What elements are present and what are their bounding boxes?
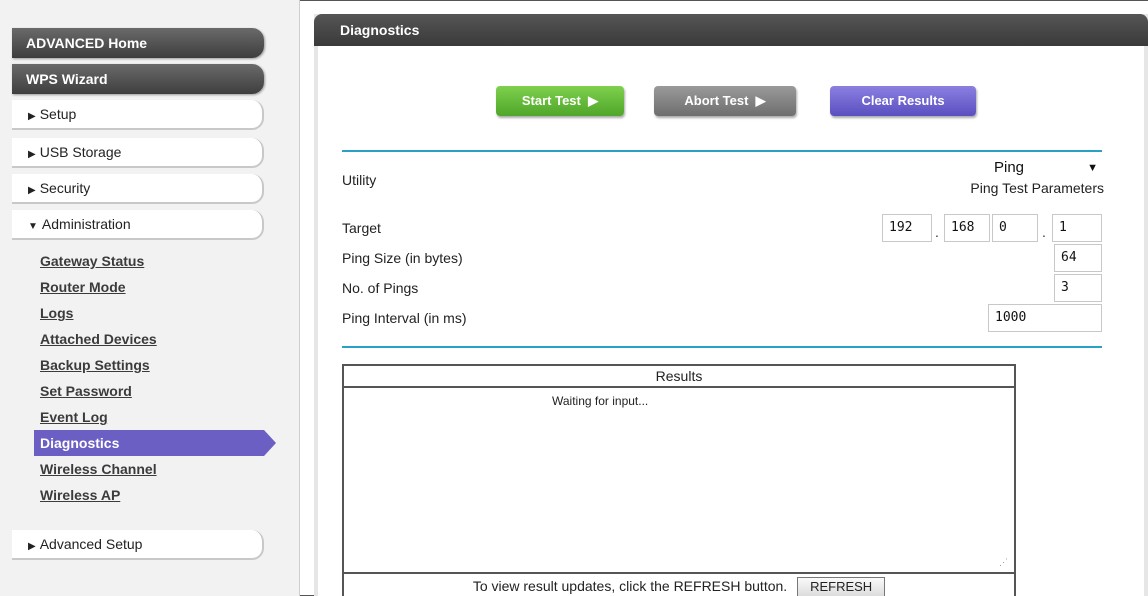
nav-advanced-setup[interactable]: ▶ Advanced Setup bbox=[12, 530, 264, 560]
nav-advanced-home[interactable]: ADVANCED Home bbox=[12, 28, 264, 58]
clear-results-button[interactable]: Clear Results bbox=[830, 86, 976, 116]
page-title: Diagnostics bbox=[314, 14, 1148, 46]
abort-test-label: Abort Test bbox=[684, 93, 749, 108]
triangle-right-icon: ▶ bbox=[28, 185, 36, 196]
divider bbox=[342, 150, 1102, 152]
sidebar-item-gateway-status[interactable]: Gateway Status bbox=[34, 248, 274, 274]
ping-params-heading: Ping Test Parameters bbox=[970, 180, 1104, 196]
triangle-down-icon: ▼ bbox=[28, 221, 38, 232]
abort-test-button[interactable]: Abort Test ▶ bbox=[654, 86, 796, 116]
sidebar-item-event-log[interactable]: Event Log bbox=[34, 404, 274, 430]
administration-submenu: Gateway Status Router Mode Logs Attached… bbox=[34, 248, 276, 508]
nav-administration-label: Administration bbox=[41, 216, 131, 232]
start-test-button[interactable]: Start Test ▶ bbox=[496, 86, 624, 116]
refresh-hint: To view result updates, click the REFRES… bbox=[472, 578, 788, 594]
resize-grip-icon[interactable]: ⋰ bbox=[999, 557, 1008, 568]
sidebar-item-wireless-ap[interactable]: Wireless AP bbox=[34, 482, 274, 508]
nav-usb-storage-label: USB Storage bbox=[39, 144, 122, 160]
diagnostics-content: Start Test ▶ Abort Test ▶ Clear Results … bbox=[318, 46, 1144, 596]
triangle-right-icon: ▶ bbox=[28, 541, 36, 552]
divider bbox=[342, 346, 1102, 348]
nav-advanced-setup-label: Advanced Setup bbox=[39, 536, 143, 552]
results-panel: Results Waiting for input... ⋰ To view r… bbox=[342, 364, 1016, 596]
utility-label: Utility bbox=[342, 172, 377, 188]
nav-administration[interactable]: ▼ Administration bbox=[12, 210, 264, 240]
sidebar-item-set-password[interactable]: Set Password bbox=[34, 378, 274, 404]
sidebar-item-logs[interactable]: Logs bbox=[34, 300, 274, 326]
ping-size-input[interactable]: 64 bbox=[1054, 244, 1102, 272]
num-pings-input[interactable]: 3 bbox=[1054, 274, 1102, 302]
ping-interval-input[interactable]: 1000 bbox=[988, 304, 1102, 332]
nav-setup-label: Setup bbox=[39, 106, 77, 122]
nav-usb-storage[interactable]: ▶ USB Storage bbox=[12, 138, 264, 168]
sidebar-item-diagnostics[interactable]: Diagnostics bbox=[34, 430, 276, 456]
nav-setup[interactable]: ▶ Setup bbox=[12, 100, 264, 130]
results-output: Waiting for input... bbox=[552, 394, 649, 408]
target-octet-2[interactable]: 168 bbox=[944, 214, 990, 242]
ping-interval-label: Ping Interval (in ms) bbox=[342, 310, 467, 326]
octet-separator: . bbox=[935, 224, 939, 240]
target-octet-3[interactable]: 0 bbox=[992, 214, 1038, 242]
refresh-button[interactable]: REFRESH bbox=[797, 577, 886, 596]
octet-separator: . bbox=[1042, 224, 1046, 240]
play-icon: ▶ bbox=[584, 93, 599, 108]
main-panel: Diagnostics Start Test ▶ Abort Test ▶ Cl… bbox=[314, 14, 1148, 596]
sidebar-item-wireless-channel[interactable]: Wireless Channel bbox=[34, 456, 274, 482]
num-pings-label: No. of Pings bbox=[342, 280, 419, 296]
utility-select-value: Ping bbox=[994, 159, 1025, 176]
sidebar-item-router-mode[interactable]: Router Mode bbox=[34, 274, 274, 300]
target-octet-4[interactable]: 1 bbox=[1052, 214, 1102, 242]
start-test-label: Start Test bbox=[521, 93, 581, 108]
sidebar-item-attached-devices[interactable]: Attached Devices bbox=[34, 326, 274, 352]
results-footer: To view result updates, click the REFRES… bbox=[344, 574, 1014, 596]
results-textarea[interactable]: Waiting for input... ⋰ bbox=[344, 388, 1014, 574]
triangle-right-icon: ▶ bbox=[28, 149, 36, 160]
chevron-down-icon: ▼ bbox=[1087, 162, 1098, 174]
target-label: Target bbox=[342, 220, 381, 236]
results-title: Results bbox=[344, 366, 1014, 388]
target-octet-1[interactable]: 192 bbox=[882, 214, 932, 242]
play-icon: ▶ bbox=[752, 93, 766, 108]
nav-wps-wizard[interactable]: WPS Wizard bbox=[12, 64, 264, 94]
utility-select[interactable]: Ping ▼ bbox=[988, 154, 1102, 182]
sidebar-item-backup-settings[interactable]: Backup Settings bbox=[34, 352, 274, 378]
triangle-right-icon: ▶ bbox=[28, 111, 36, 122]
nav-security-label: Security bbox=[39, 180, 91, 196]
ping-size-label: Ping Size (in bytes) bbox=[342, 250, 463, 266]
sidebar: ADVANCED Home WPS Wizard ▶ Setup ▶ USB Sto… bbox=[0, 0, 300, 596]
nav-security[interactable]: ▶ Security bbox=[12, 174, 264, 204]
